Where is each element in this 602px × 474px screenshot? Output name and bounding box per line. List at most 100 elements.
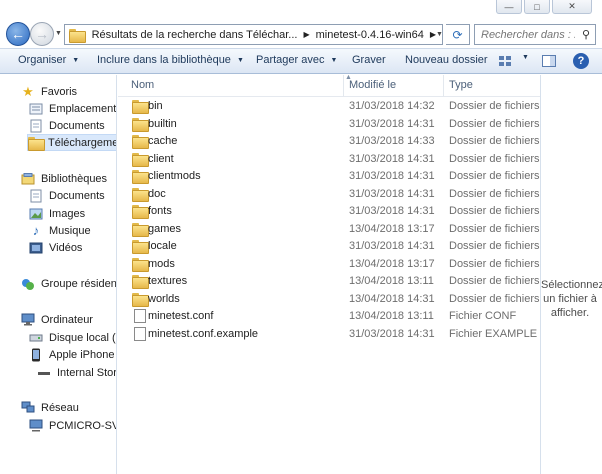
close-button[interactable]: ✕: [552, 0, 592, 14]
column-divider[interactable]: [443, 75, 444, 97]
preview-pane-icon: [542, 55, 556, 67]
share-button[interactable]: Partager avec ▼: [256, 54, 337, 66]
sidebar-item-images[interactable]: Images: [28, 205, 116, 222]
sidebar-item-videos[interactable]: Vidéos: [28, 239, 116, 256]
column-modified[interactable]: Modifié le: [349, 79, 396, 91]
file-row[interactable]: cache 31/03/2018 14:33 Dossier de fichiers: [118, 133, 540, 150]
file-row[interactable]: minetest.conf 13/04/2018 13:11 Fichier CON…: [118, 308, 540, 325]
burn-label: Graver: [352, 54, 386, 66]
new-folder-button[interactable]: Nouveau dossier: [405, 54, 488, 66]
file-name: games: [148, 222, 182, 235]
file-modified-date: 13/04/2018 13:17: [349, 222, 435, 235]
file-modified-date: 31/03/2018 14:31: [349, 170, 435, 182]
file-row[interactable]: games 13/04/2018 13:17 Dossier de fichiers: [118, 221, 540, 238]
sidebar-item-iphone[interactable]: Apple iPhone: [28, 346, 116, 363]
folder-icon: [132, 187, 149, 202]
sidebar-item-downloads[interactable]: Téléchargement: [27, 134, 117, 151]
view-options-dropdown[interactable]: ▼: [516, 54, 529, 61]
address-bar[interactable]: ▶ Résultats de la recherche dans Télécha…: [64, 24, 443, 45]
file-modified-date: 13/04/2018 13:11: [349, 310, 434, 322]
search-input[interactable]: [481, 28, 575, 41]
star-icon: ★: [22, 83, 34, 99]
breadcrumb-search-results[interactable]: Résultats de la recherche dans Téléchar.…: [92, 29, 298, 41]
column-header-row: ▲ Nom Modifié le Type: [118, 74, 540, 97]
back-button[interactable]: ←: [6, 22, 30, 46]
column-divider[interactable]: [343, 75, 344, 97]
sidebar-item-libraries[interactable]: Bibliothèques: [20, 170, 116, 187]
downloads-folder-icon: [28, 136, 45, 151]
new-folder-label: Nouveau dossier: [405, 54, 488, 66]
view-list-icon: [499, 56, 511, 66]
file-row[interactable]: clientmods 31/03/2018 14:31 Dossier de fic…: [118, 168, 540, 185]
file-row[interactable]: textures 13/04/2018 13:11 Dossier de fichi…: [118, 273, 540, 290]
folder-icon: [132, 152, 149, 167]
sidebar-item-documents[interactable]: Documents: [28, 117, 116, 134]
sidebar-item-internal-storage[interactable]: Internal Storag: [36, 364, 117, 381]
dropdown-arrow-icon: ▼: [72, 56, 80, 64]
storage-icon: [36, 366, 52, 380]
sidebar-item-lib-documents[interactable]: Documents: [28, 187, 116, 204]
refresh-button[interactable]: ⟳: [446, 24, 470, 45]
sidebar-item-label: Ordinateur: [41, 313, 93, 326]
file-row[interactable]: builtin 31/03/2018 14:31 Dossier de fichie…: [118, 116, 540, 133]
organize-label: Organiser: [18, 54, 67, 66]
file-row[interactable]: doc 31/03/2018 14:31 Dossier de fichiers: [118, 186, 540, 203]
organize-button[interactable]: Organiser ▼: [18, 54, 79, 66]
share-label: Partager avec: [256, 54, 325, 66]
change-view-button[interactable]: [497, 53, 513, 69]
address-history-dropdown[interactable]: ▼: [436, 31, 443, 38]
recent-pages-dropdown[interactable]: ▼: [55, 30, 62, 37]
sidebar-item-recent-places[interactable]: Emplacements r: [28, 100, 116, 117]
file-row[interactable]: bin 31/03/2018 14:32 Dossier de fichiers: [118, 98, 540, 115]
file-name: minetest.conf.example: [148, 327, 259, 340]
computer-icon: [28, 419, 44, 433]
sidebar-item-pc[interactable]: PCMICRO-SV34: [28, 417, 116, 434]
file-row[interactable]: locale 31/03/2018 14:31 Dossier de fichier…: [118, 238, 540, 255]
file-row[interactable]: minetest.conf.example 31/03/2018 14:31 Fic…: [118, 326, 540, 343]
help-button[interactable]: ?: [573, 53, 589, 69]
file-row[interactable]: mods 13/04/2018 13:17 Dossier de fichiers: [118, 256, 540, 273]
videos-icon: [28, 241, 44, 255]
minimize-button[interactable]: —: [496, 0, 522, 14]
sidebar-item-favorites[interactable]: ★ Favoris: [20, 83, 116, 100]
file-row[interactable]: fonts 31/03/2018 14:31 Dossier de fichiers: [118, 203, 540, 220]
burn-button[interactable]: Graver: [352, 54, 386, 66]
preview-pane: Sélectionnez un fichier à afficher.: [540, 75, 602, 474]
sidebar-item-label: Images: [49, 207, 86, 220]
maximize-button[interactable]: □: [524, 0, 550, 14]
sidebar-item-homegroup[interactable]: Groupe résidentie: [20, 275, 116, 292]
sidebar-item-computer[interactable]: Ordinateur: [20, 311, 116, 328]
file-name: fonts: [148, 205, 172, 217]
folder-icon: [132, 222, 149, 237]
phone-icon: [28, 348, 44, 362]
chevron-right-icon[interactable]: ▶: [303, 30, 309, 39]
file-name: builtin: [148, 117, 177, 130]
arrow-left-icon: ←: [11, 26, 25, 42]
sidebar-item-network[interactable]: Réseau: [20, 399, 116, 416]
sidebar-item-local-disk[interactable]: Disque local (C:: [28, 329, 116, 346]
file-row[interactable]: worlds 13/04/2018 14:31 Dossier de fichier…: [118, 291, 540, 308]
folder-icon: [132, 117, 149, 132]
file-name: minetest.conf: [148, 310, 214, 322]
include-library-button[interactable]: Inclure dans la bibliothèque ▼: [97, 54, 244, 66]
search-icon[interactable]: ⚲: [582, 28, 590, 41]
sidebar-item-label: Téléchargement: [48, 136, 117, 149]
breadcrumb-minetest[interactable]: minetest-0.4.16-win64: [316, 29, 424, 41]
file-modified-date: 31/03/2018 14:31: [349, 327, 435, 340]
file-row[interactable]: client 31/03/2018 14:31 Dossier de fichier…: [118, 151, 540, 168]
file-name: client: [148, 152, 174, 165]
column-name[interactable]: Nom: [131, 79, 154, 91]
file-name: textures: [148, 275, 188, 287]
preview-pane-button[interactable]: [541, 53, 557, 69]
sidebar-item-label: Musique: [49, 224, 91, 237]
folder-icon: [132, 99, 149, 114]
column-type[interactable]: Type: [449, 79, 473, 91]
folder-icon: [132, 257, 149, 272]
file-modified-date: 31/03/2018 14:31: [349, 152, 435, 165]
folder-icon: [132, 239, 149, 254]
sidebar-item-label: Internal Storag: [57, 366, 117, 379]
sidebar-item-label: Réseau: [41, 401, 79, 414]
search-box[interactable]: ⚲: [474, 24, 596, 45]
sidebar-item-music[interactable]: ♪ Musique: [28, 222, 116, 239]
forward-button[interactable]: →: [30, 22, 54, 46]
